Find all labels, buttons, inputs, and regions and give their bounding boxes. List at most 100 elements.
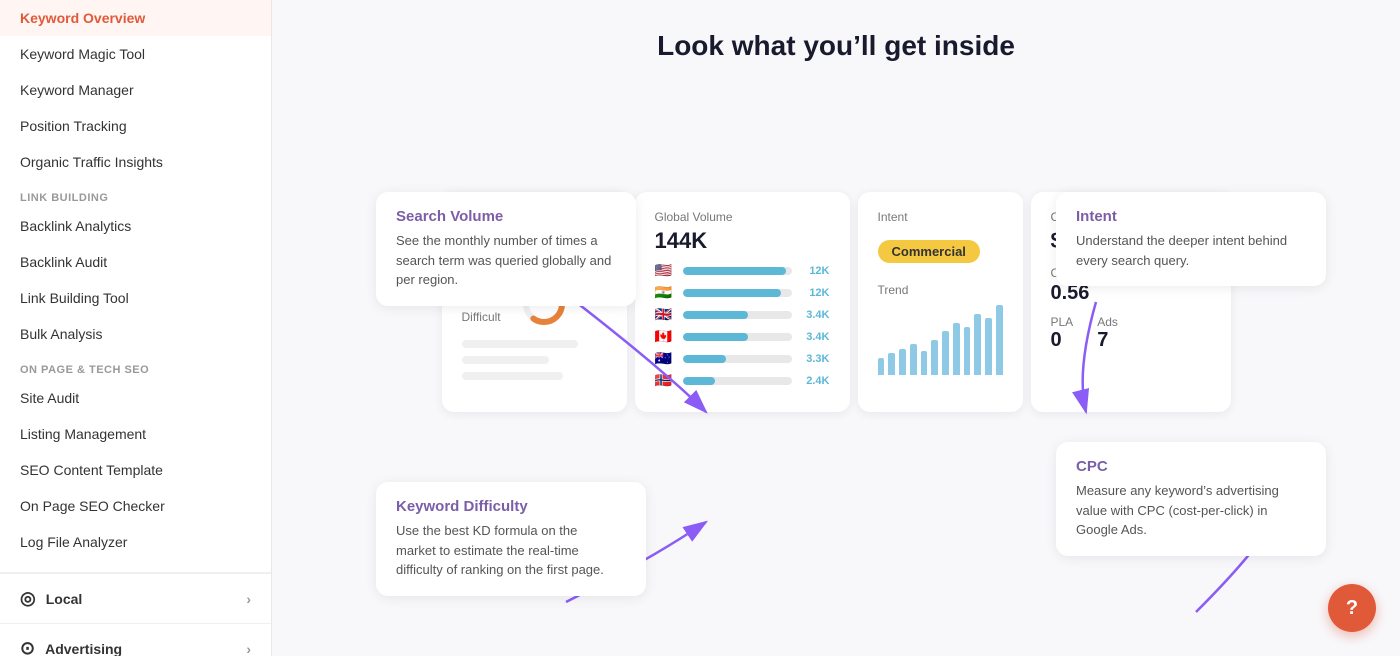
global-row-item: 🇺🇸 12K [655, 262, 830, 279]
trend-bar-item [974, 314, 981, 375]
pla-value: 0 [1051, 329, 1074, 352]
sidebar-item-link-building-tool[interactable]: Link Building Tool [0, 280, 271, 316]
trend-bar-item [878, 358, 885, 376]
trend-bar-item [996, 305, 1003, 375]
sidebar-item-label: Keyword Magic Tool [20, 46, 145, 62]
tooltip-search-volume-title: Search Volume [396, 208, 616, 225]
sidebar-item-advertising[interactable]: ⊙ Advertising › [0, 623, 271, 656]
sidebar-item-log-file-analyzer[interactable]: Log File Analyzer [0, 524, 271, 560]
sidebar-local-left: ◎ Local [20, 588, 82, 609]
sidebar-item-label: Backlink Analytics [20, 218, 131, 234]
trend-bar-item [931, 340, 938, 375]
bar-fill [683, 355, 727, 363]
sidebar-item-keyword-overview[interactable]: Keyword Overview [0, 0, 271, 36]
country-flag: 🇮🇳 [655, 284, 675, 301]
bar-bg [683, 355, 792, 363]
trend-bar-item [964, 327, 971, 375]
global-num: 3.4K [800, 309, 830, 321]
country-flag: 🇳🇴 [655, 372, 675, 389]
megaphone-icon: ⊙ [20, 638, 35, 656]
cards-area: Search Volume See the monthly number of … [346, 192, 1326, 656]
trend-bar-item [942, 331, 949, 375]
country-flag: 🇬🇧 [655, 306, 675, 323]
sidebar-item-backlink-analytics[interactable]: Backlink Analytics [0, 208, 271, 244]
bar-bg [683, 377, 792, 385]
tooltip-intent-title: Intent [1076, 208, 1306, 225]
global-row-item: 🇨🇦 3.4K [655, 328, 830, 345]
sidebar-item-label: Position Tracking [20, 118, 127, 134]
ads-value: 7 [1097, 329, 1118, 352]
local-label: Local [46, 591, 83, 607]
bar-bg [683, 311, 792, 319]
skeleton-1 [462, 340, 578, 348]
sidebar-item-keyword-manager[interactable]: Keyword Manager [0, 72, 271, 108]
global-volume-label: Global Volume [655, 210, 830, 224]
intent-badge: Commercial [878, 240, 980, 263]
sidebar-item-organic-traffic-insights[interactable]: Organic Traffic Insights [0, 144, 271, 180]
trend-bars [878, 305, 1003, 375]
sidebar-item-bulk-analysis[interactable]: Bulk Analysis [0, 316, 271, 352]
pla-label: PLA [1051, 315, 1074, 329]
sidebar-item-local[interactable]: ◎ Local › [0, 573, 271, 623]
sidebar-item-backlink-audit[interactable]: Backlink Audit [0, 244, 271, 280]
sidebar: Keyword Overview Keyword Magic Tool Keyw… [0, 0, 272, 656]
intent-card: Intent Commercial Trend [858, 192, 1023, 412]
link-building-section-label: LINK BUILDING [0, 180, 271, 208]
trend-bar-item [899, 349, 906, 375]
main-content: Look what you’ll get inside Search Volum… [272, 0, 1400, 656]
sidebar-item-label: Site Audit [20, 390, 79, 406]
trend-bar-item [910, 344, 917, 375]
pla-ads-row: PLA 0 Ads 7 [1051, 315, 1211, 352]
sidebar-item-label: Log File Analyzer [20, 534, 127, 550]
tooltip-cpc-title: CPC [1076, 458, 1306, 475]
trend-bar-item [953, 323, 960, 376]
sidebar-item-label: Bulk Analysis [20, 326, 102, 342]
sidebar-item-site-audit[interactable]: Site Audit [0, 380, 271, 416]
tooltip-intent-desc: Understand the deeper intent behind ever… [1076, 231, 1296, 270]
bar-fill [683, 377, 716, 385]
sidebar-item-listing-management[interactable]: Listing Management [0, 416, 271, 452]
bar-fill [683, 267, 787, 275]
sidebar-item-label: Keyword Manager [20, 82, 134, 98]
sidebar-item-label: Organic Traffic Insights [20, 154, 163, 170]
global-row-item: 🇮🇳 12K [655, 284, 830, 301]
global-num: 12K [800, 287, 830, 299]
sidebar-item-seo-content-template[interactable]: SEO Content Template [0, 452, 271, 488]
chevron-right-icon: › [246, 641, 251, 656]
country-flag: 🇺🇸 [655, 262, 675, 279]
bar-fill [683, 333, 748, 341]
sidebar-item-label: SEO Content Template [20, 462, 163, 478]
global-volume-value: 144K [655, 228, 830, 254]
sidebar-item-label: Keyword Overview [20, 10, 145, 26]
ads-label: Ads [1097, 315, 1118, 329]
sidebar-item-label: On Page SEO Checker [20, 498, 165, 514]
sidebar-item-label: Listing Management [20, 426, 146, 442]
global-row-item: 🇬🇧 3.4K [655, 306, 830, 323]
tooltip-kd-title: Keyword Difficulty [396, 498, 626, 515]
advertising-label: Advertising [45, 641, 122, 656]
sidebar-item-keyword-magic-tool[interactable]: Keyword Magic Tool [0, 36, 271, 72]
tooltip-search-volume: Search Volume See the monthly number of … [376, 192, 636, 306]
chevron-right-icon: › [246, 591, 251, 607]
sidebar-item-on-page-seo-checker[interactable]: On Page SEO Checker [0, 488, 271, 524]
intent-label: Intent [878, 210, 1003, 224]
tooltip-cpc-desc: Measure any keyword’s advertising value … [1076, 481, 1296, 540]
global-num: 2.4K [800, 375, 830, 387]
country-flag: 🇨🇦 [655, 328, 675, 345]
global-num: 12K [800, 265, 830, 277]
sidebar-item-position-tracking[interactable]: Position Tracking [0, 108, 271, 144]
global-rows: 🇺🇸 12K 🇮🇳 12K 🇬🇧 3.4K 🇨🇦 3.4K 🇦 [655, 262, 830, 389]
tooltip-intent: Intent Understand the deeper intent behi… [1056, 192, 1326, 286]
trend-bar-item [921, 351, 928, 376]
help-button[interactable]: ? [1328, 584, 1376, 632]
global-row-item: 🇳🇴 2.4K [655, 372, 830, 389]
trend-bar-item [888, 353, 895, 375]
pla-item: PLA 0 [1051, 315, 1074, 352]
trend-label: Trend [878, 283, 1003, 297]
sidebar-item-label: Link Building Tool [20, 290, 129, 306]
page-title: Look what you’ll get inside [312, 30, 1360, 62]
trend-bar-item [985, 318, 992, 375]
global-num: 3.3K [800, 353, 830, 365]
bar-fill [683, 311, 748, 319]
location-icon: ◎ [20, 588, 36, 609]
